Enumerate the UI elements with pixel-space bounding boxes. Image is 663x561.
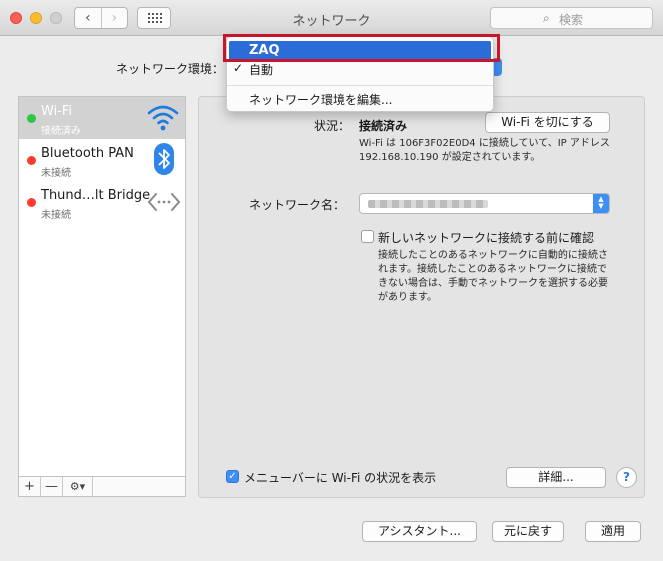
wifi-icon xyxy=(147,105,179,131)
menu-separator xyxy=(227,85,493,86)
service-status: 未接続 xyxy=(41,168,71,179)
search-field[interactable]: ⌕ 検索 xyxy=(490,7,653,29)
assistant-button[interactable]: アシスタント... xyxy=(362,521,477,542)
service-name: Bluetooth PAN xyxy=(41,146,134,161)
chevron-up-down-icon: ▲ ▼ xyxy=(593,194,609,213)
turn-wifi-off-button[interactable]: Wi-Fi を切にする xyxy=(485,112,610,133)
status-dot-disconnected xyxy=(27,156,36,165)
gear-icon[interactable]: ⚙▾ xyxy=(63,477,93,496)
location-menu-item-automatic[interactable]: 自動 xyxy=(249,61,273,78)
location-label: ネットワーク環境： xyxy=(116,62,225,76)
ask-to-join-checkbox[interactable] xyxy=(361,230,374,243)
service-name: Wi-Fi xyxy=(41,104,73,119)
service-list: Wi-Fi 接続済み Bluetooth PAN 未接続 Thund…lt Br… xyxy=(18,96,186,477)
thunderbolt-bridge-icon xyxy=(147,193,181,211)
status-description: Wi-Fi は 106F3F02E0D4 に接続していて、IP アドレス 192… xyxy=(359,138,610,163)
help-button[interactable]: ? xyxy=(616,467,637,488)
checkmark-icon: ✓ xyxy=(233,61,244,75)
service-status: 未接続 xyxy=(41,210,71,221)
add-service-button[interactable]: + xyxy=(19,477,41,496)
status-dot-disconnected xyxy=(27,198,36,207)
search-icon: ⌕ xyxy=(543,11,550,25)
edit-locations-menu-item[interactable]: ネットワーク環境を編集... xyxy=(249,91,392,108)
service-name: Thund…lt Bridge xyxy=(41,188,151,203)
show-wifi-status-label: メニューバーに Wi-Fi の状況を表示 xyxy=(244,471,437,485)
status-value: 接続済み xyxy=(359,119,408,133)
ask-to-join-label: 新しいネットワークに接続する前に確認 xyxy=(378,231,595,245)
advanced-button[interactable]: 詳細... xyxy=(506,467,606,488)
network-name-redacted xyxy=(368,200,488,208)
service-item-wifi[interactable]: Wi-Fi 接続済み xyxy=(19,97,185,139)
revert-button[interactable]: 元に戻す xyxy=(492,521,564,542)
remove-service-button[interactable]: — xyxy=(41,477,63,496)
apply-button[interactable]: 適用 xyxy=(585,521,641,542)
show-wifi-status-checkbox[interactable]: ✓ xyxy=(226,470,239,483)
network-name-label: ネットワーク名： xyxy=(249,198,346,212)
service-item-thunderbolt-bridge[interactable]: Thund…lt Bridge 未接続 xyxy=(19,181,185,223)
search-placeholder: 検索 xyxy=(559,13,584,27)
status-label: 状況： xyxy=(314,119,351,133)
bluetooth-icon xyxy=(154,143,174,175)
service-list-toolbar: + — ⚙▾ xyxy=(18,477,186,497)
ask-to-join-description: 接続したことのあるネットワークに自動的に接続されます。接続したことのあるネットワ… xyxy=(378,250,608,303)
network-name-popup[interactable]: ▲ ▼ xyxy=(359,193,610,214)
service-item-bluetooth-pan[interactable]: Bluetooth PAN 未接続 xyxy=(19,139,185,181)
service-status: 接続済み xyxy=(41,126,81,137)
status-dot-connected xyxy=(27,114,36,123)
highlight-annotation-box xyxy=(223,34,500,62)
